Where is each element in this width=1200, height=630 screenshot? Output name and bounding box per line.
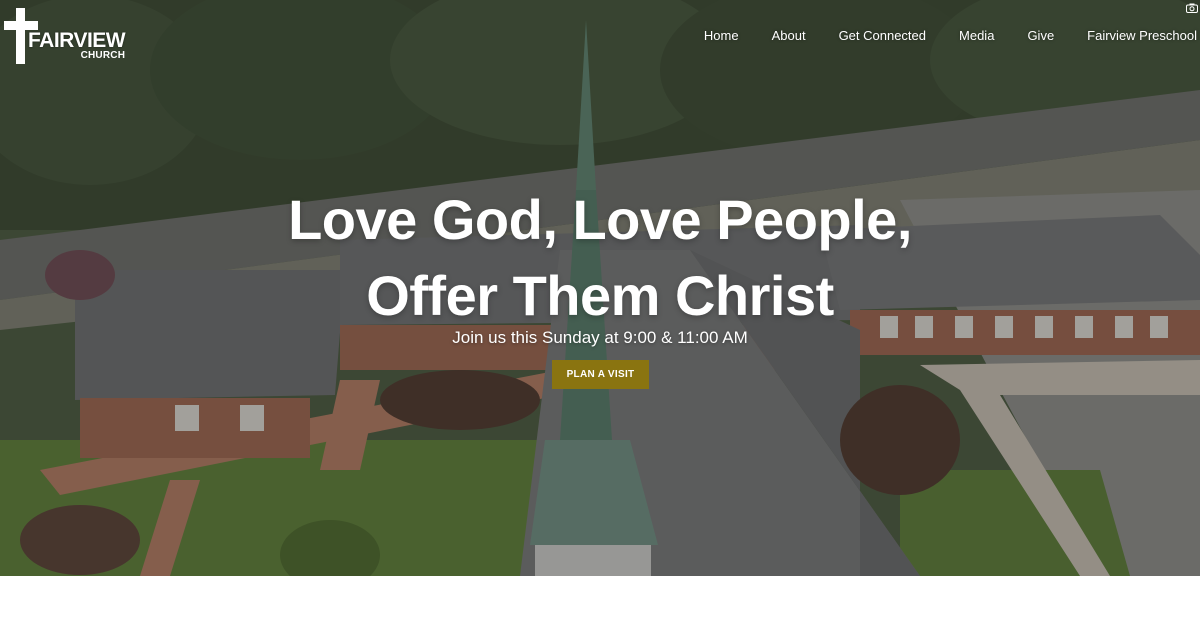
nav-get-connected[interactable]: Get Connected	[839, 26, 926, 45]
nav-fairview-preschool[interactable]: Fairview Preschool	[1087, 26, 1197, 45]
headline-line-2: Offer Them Christ	[366, 264, 834, 328]
main-nav: Home About Get Connected Media Give Fair…	[704, 26, 1197, 45]
church-logo[interactable]: FAIRVIEW CHURCH	[4, 8, 126, 64]
logo-name: FAIRVIEW	[28, 28, 126, 52]
logo-subname: CHURCH	[80, 49, 126, 61]
nav-about[interactable]: About	[772, 26, 806, 45]
camera-icon[interactable]	[1186, 3, 1198, 13]
hero-subheading: Join us this Sunday at 9:00 & 11:00 AM	[452, 328, 748, 347]
hero-headline: Love God, Love People, Offer Them Christ	[0, 182, 1200, 334]
nav-give[interactable]: Give	[1027, 26, 1054, 45]
hero-section: FAIRVIEW CHURCH Home About Get Connected…	[0, 0, 1200, 576]
headline-line-1: Love God, Love People,	[288, 188, 912, 251]
nav-home[interactable]: Home	[704, 26, 739, 45]
logo-wordmark: FAIRVIEW CHURCH	[28, 28, 126, 61]
nav-media[interactable]: Media	[959, 26, 994, 45]
plan-a-visit-button[interactable]: PLAN A VISIT	[552, 360, 649, 389]
